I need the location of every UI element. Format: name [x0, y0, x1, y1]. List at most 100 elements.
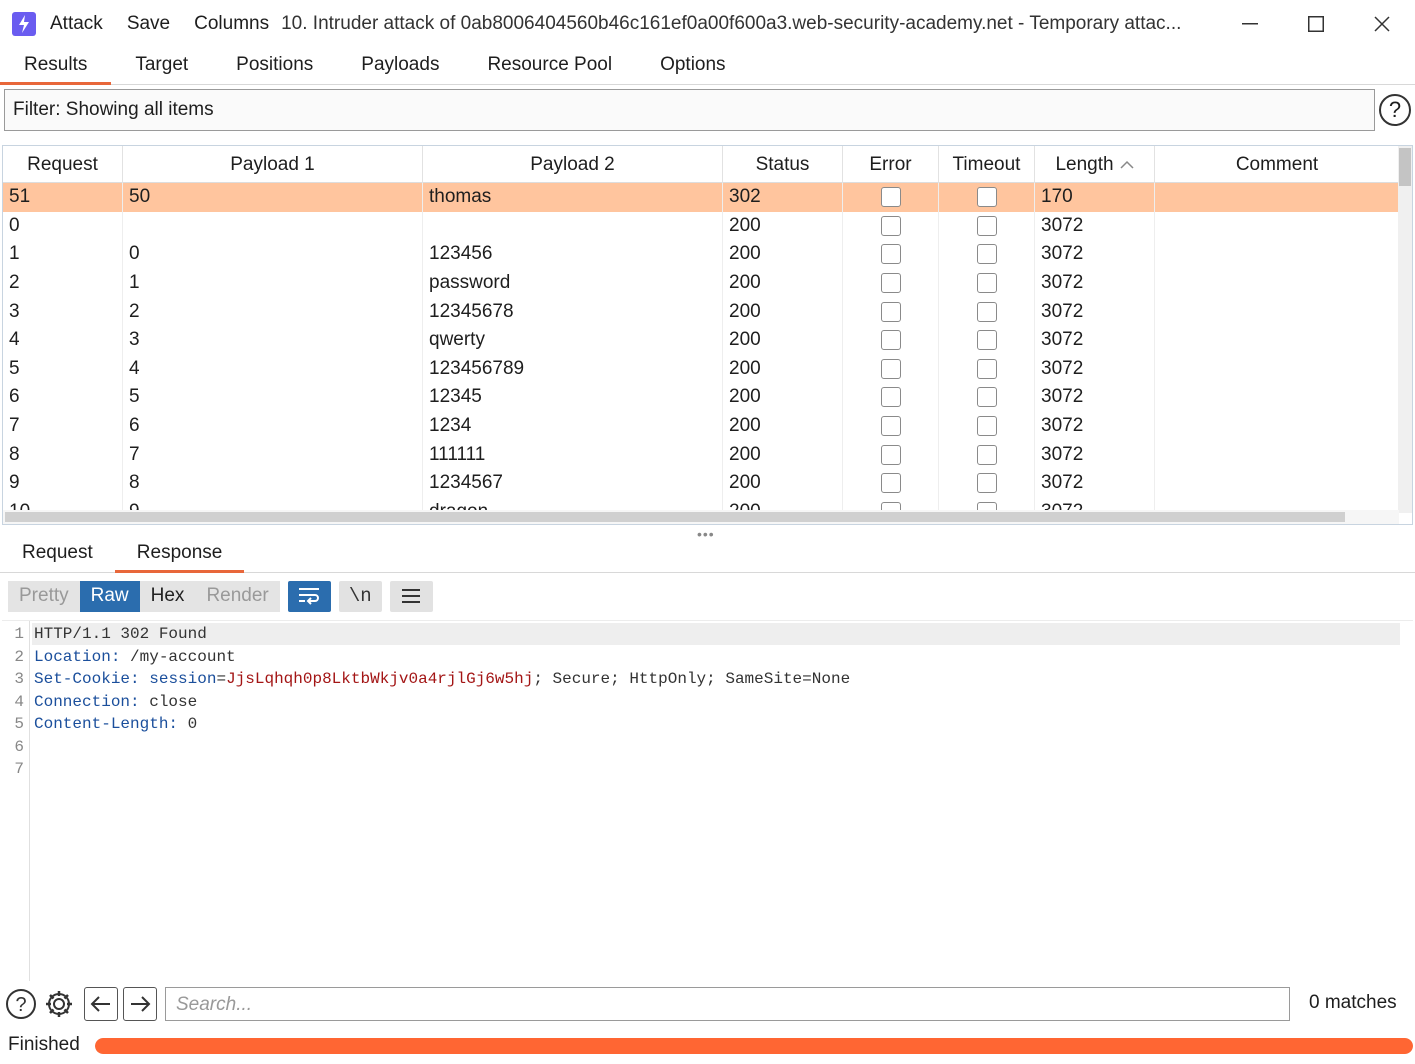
error-cell: [843, 297, 939, 326]
table-row[interactable]: 7 6 1234 200 3072: [3, 411, 1399, 441]
svg-text:?: ?: [15, 994, 26, 1016]
timeout-checkbox[interactable]: [976, 301, 997, 322]
timeout-cell: [939, 411, 1035, 441]
error-checkbox[interactable]: [880, 215, 901, 236]
cell-status: 200: [723, 383, 843, 412]
cell-status: 200: [723, 297, 843, 326]
line-number: 6: [14, 737, 24, 756]
response-line: HTTP/1.1 302 Found: [34, 623, 207, 646]
timeout-checkbox[interactable]: [976, 416, 997, 437]
code-token: Location:: [34, 647, 121, 666]
settings-gear-icon[interactable]: [42, 987, 76, 1021]
search-input[interactable]: Search...: [165, 987, 1290, 1021]
error-checkbox[interactable]: [880, 416, 901, 437]
menu-save[interactable]: Save: [127, 13, 170, 35]
col-status[interactable]: Status: [723, 146, 843, 183]
col-error[interactable]: Error: [843, 146, 939, 183]
table-row[interactable]: 3 2 12345678 200 3072: [3, 297, 1399, 326]
previous-match-arrow-icon[interactable]: [84, 987, 118, 1021]
tab-options[interactable]: Options: [636, 47, 749, 83]
tab-payloads[interactable]: Payloads: [337, 47, 463, 83]
timeout-checkbox[interactable]: [976, 444, 997, 465]
col-length[interactable]: Length: [1035, 146, 1155, 183]
timeout-checkbox[interactable]: [976, 473, 997, 494]
cell-p1: 8: [123, 468, 423, 498]
code-token: 0: [178, 715, 198, 733]
error-checkbox[interactable]: [880, 187, 901, 208]
sort-ascending-icon: [1120, 160, 1134, 169]
cell-p1: 6: [123, 411, 423, 441]
timeout-checkbox[interactable]: [976, 215, 997, 236]
col-payload-2[interactable]: Payload 2: [423, 146, 723, 183]
render-button[interactable]: Render: [195, 580, 280, 612]
timeout-checkbox[interactable]: [976, 387, 997, 408]
cell-p1: 1: [123, 268, 423, 298]
line-number: 4: [14, 692, 24, 711]
error-checkbox[interactable]: [880, 273, 901, 294]
table-horizontal-scrollbar[interactable]: [3, 510, 1399, 524]
col-payload-1[interactable]: Payload 1: [123, 146, 423, 183]
table-row[interactable]: 2 1 password 200 3072: [3, 268, 1399, 298]
col-length-label: Length: [1055, 153, 1114, 175]
timeout-checkbox[interactable]: [976, 187, 997, 208]
error-checkbox[interactable]: [880, 387, 901, 408]
help-icon[interactable]: ?: [1379, 94, 1411, 126]
tab-resource-pool[interactable]: Resource Pool: [463, 47, 636, 83]
cell-length: 3072: [1035, 411, 1155, 441]
tab-positions[interactable]: Positions: [212, 47, 337, 83]
error-checkbox[interactable]: [880, 301, 901, 322]
next-match-arrow-icon[interactable]: [123, 987, 157, 1021]
table-row[interactable]: 0 200 3072: [3, 211, 1399, 241]
tab-target[interactable]: Target: [111, 47, 212, 83]
newline-icon[interactable]: \n: [338, 580, 382, 612]
tab-request[interactable]: Request: [0, 535, 115, 571]
error-checkbox[interactable]: [880, 444, 901, 465]
table-row[interactable]: 4 3 qwerty 200 3072: [3, 325, 1399, 355]
error-checkbox[interactable]: [880, 473, 901, 494]
cell-status: 200: [723, 354, 843, 384]
raw-button[interactable]: Raw: [79, 580, 140, 612]
maximize-button[interactable]: [1284, 0, 1348, 47]
word-wrap-icon[interactable]: [287, 580, 331, 612]
table-row[interactable]: 9 8 1234567 200 3072: [3, 468, 1399, 498]
cell-p1: 0: [123, 240, 423, 269]
pretty-button[interactable]: Pretty: [8, 580, 80, 612]
cell-comment: [1155, 411, 1399, 441]
timeout-checkbox[interactable]: [976, 358, 997, 379]
col-timeout[interactable]: Timeout: [939, 146, 1035, 183]
table-row[interactable]: 51 50 thomas 302 170: [3, 183, 1399, 212]
table-vertical-scrollbar[interactable]: [1398, 146, 1412, 513]
menu-icon[interactable]: [389, 580, 433, 612]
timeout-cell: [939, 468, 1035, 498]
col-request[interactable]: Request: [3, 146, 123, 183]
table-row[interactable]: 6 5 12345 200 3072: [3, 383, 1399, 412]
table-row[interactable]: 8 7 111111 200 3072: [3, 440, 1399, 469]
timeout-cell: [939, 183, 1035, 212]
cell-p2: 111111: [423, 440, 723, 469]
minimize-button[interactable]: [1218, 0, 1282, 47]
col-comment[interactable]: Comment: [1155, 146, 1399, 183]
error-checkbox[interactable]: [880, 244, 901, 265]
window-title: 10. Intruder attack of 0ab8006404560b46c…: [281, 12, 1182, 34]
cell-request: 0: [3, 211, 123, 241]
table-row[interactable]: 5 4 123456789 200 3072: [3, 354, 1399, 384]
menu-columns[interactable]: Columns: [194, 13, 269, 35]
table-row[interactable]: 1 0 123456 200 3072: [3, 240, 1399, 269]
timeout-checkbox[interactable]: [976, 273, 997, 294]
hex-button[interactable]: Hex: [139, 580, 196, 612]
filter-bar[interactable]: Filter: Showing all items: [4, 89, 1375, 131]
error-checkbox[interactable]: [880, 330, 901, 351]
error-checkbox[interactable]: [880, 358, 901, 379]
timeout-checkbox[interactable]: [976, 244, 997, 265]
help-icon-bottom[interactable]: ?: [4, 987, 38, 1021]
response-line: Connection: close: [34, 691, 197, 714]
response-editor[interactable]: 1 HTTP/1.1 302 Found 2 Location: /my-accoun…: [2, 620, 1413, 981]
close-button[interactable]: [1350, 0, 1414, 47]
cell-request: 6: [3, 383, 123, 412]
tab-results[interactable]: Results: [0, 47, 112, 85]
menu-attack[interactable]: Attack: [50, 13, 103, 35]
tab-response[interactable]: Response: [114, 535, 245, 573]
cell-comment: [1155, 440, 1399, 469]
timeout-checkbox[interactable]: [976, 330, 997, 351]
cell-p1: 5: [123, 383, 423, 412]
